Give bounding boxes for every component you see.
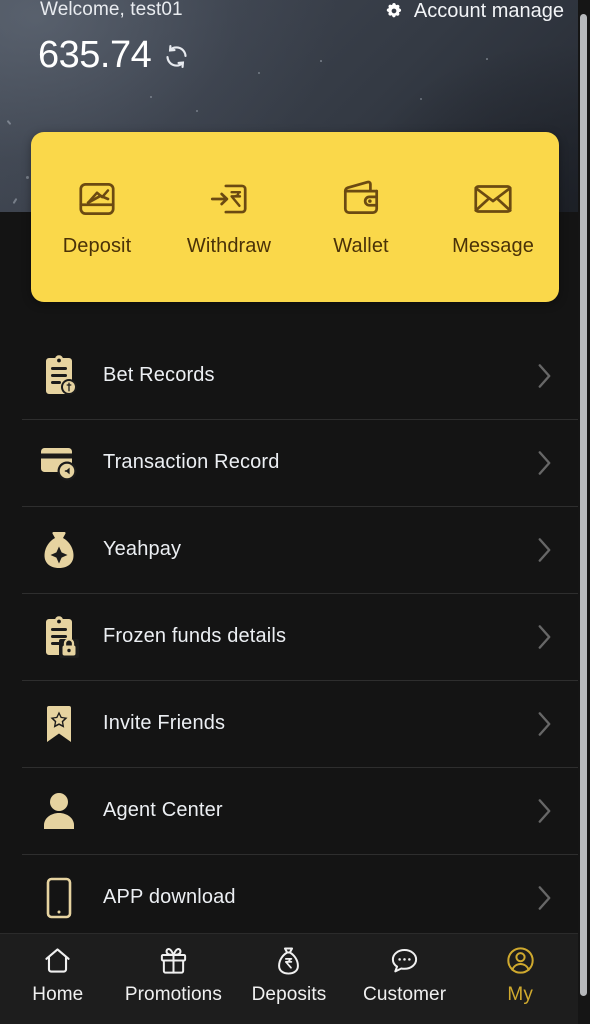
gear-icon (383, 1, 405, 23)
menu-item-agent-center[interactable]: Agent Center (0, 767, 578, 854)
menu-item-yeahpay[interactable]: Yeahpay (0, 506, 578, 593)
chevron-right-icon (537, 885, 552, 911)
nav-item-my[interactable]: My (462, 945, 578, 1006)
nav-item-label: Home (32, 984, 84, 1005)
quick-action-withdraw[interactable]: Withdraw (163, 176, 295, 258)
nav-item-label: My (507, 984, 533, 1005)
withdraw-rupee-icon (206, 176, 252, 222)
money-bag-icon (36, 527, 82, 573)
clipboard-coin-icon (36, 353, 82, 399)
account-page: Welcome, test01 Account manage 635.74 De… (0, 0, 590, 1024)
menu-item-frozen-funds-details[interactable]: Frozen funds details (0, 593, 578, 680)
bookmark-star-icon (36, 701, 82, 747)
chat-bubble-icon (389, 945, 420, 976)
deposit-icon (74, 176, 120, 222)
menu-item-transaction-record[interactable]: Transaction Record (0, 419, 578, 506)
menu-item-label: Yeahpay (103, 538, 182, 560)
menu-item-label: Transaction Record (103, 451, 280, 473)
clipboard-lock-icon (36, 614, 82, 660)
menu-item-label: Frozen funds details (103, 625, 287, 647)
menu-item-app-download[interactable]: APP download (0, 854, 578, 941)
mobile-phone-icon (36, 875, 82, 921)
quick-action-wallet[interactable]: Wallet (295, 176, 427, 258)
user-circle-icon (505, 945, 536, 976)
quick-action-label: Wallet (333, 235, 389, 257)
quick-action-label: Deposit (62, 235, 132, 257)
card-history-icon (36, 440, 82, 486)
envelope-icon (470, 176, 516, 222)
quick-action-message[interactable]: Message (427, 176, 559, 258)
welcome-text: Welcome, test01 (40, 0, 183, 20)
balance-amount: 635.74 (38, 34, 152, 76)
chevron-right-icon (537, 624, 552, 650)
account-menu-list: Bet Records Transaction Record Yeahpay F… (0, 332, 578, 941)
nav-item-label: Deposits (251, 984, 327, 1005)
menu-item-label: Agent Center (103, 799, 223, 821)
quick-action-label: Withdraw (186, 235, 272, 257)
chevron-right-icon (537, 711, 552, 737)
wallet-icon (338, 176, 384, 222)
menu-item-label: APP download (103, 886, 236, 908)
menu-item-label: Bet Records (103, 364, 215, 386)
account-manage-label: Account manage (413, 0, 564, 22)
person-icon (36, 788, 82, 834)
quick-actions-card: Deposit Withdraw Wallet Message (31, 132, 559, 302)
menu-item-bet-records[interactable]: Bet Records (0, 332, 578, 419)
menu-item-label: Invite Friends (103, 712, 226, 734)
nav-item-promotions[interactable]: Promotions (116, 945, 232, 1006)
refresh-icon[interactable] (163, 40, 190, 70)
nav-item-label: Promotions (124, 984, 222, 1005)
quick-action-label: Message (452, 235, 534, 257)
money-bag-rupee-icon (273, 945, 304, 976)
menu-item-invite-friends[interactable]: Invite Friends (0, 680, 578, 767)
nav-item-customer[interactable]: Customer (347, 945, 463, 1006)
account-manage-button[interactable]: Account manage (383, 0, 564, 23)
nav-item-label: Customer (363, 984, 447, 1005)
nav-item-deposits[interactable]: Deposits (231, 945, 347, 1006)
balance-row: 635.74 (38, 36, 190, 74)
chevron-right-icon (537, 363, 552, 389)
page-scrollbar-thumb[interactable] (580, 14, 587, 996)
bottom-navigation-bar: Home Promotions Deposits Customer My (0, 933, 578, 1024)
home-icon (42, 945, 73, 976)
chevron-right-icon (537, 798, 552, 824)
chevron-right-icon (537, 537, 552, 563)
chevron-right-icon (537, 450, 552, 476)
gift-icon (158, 945, 189, 976)
nav-item-home[interactable]: Home (0, 945, 116, 1006)
quick-action-deposit[interactable]: Deposit (31, 176, 163, 258)
